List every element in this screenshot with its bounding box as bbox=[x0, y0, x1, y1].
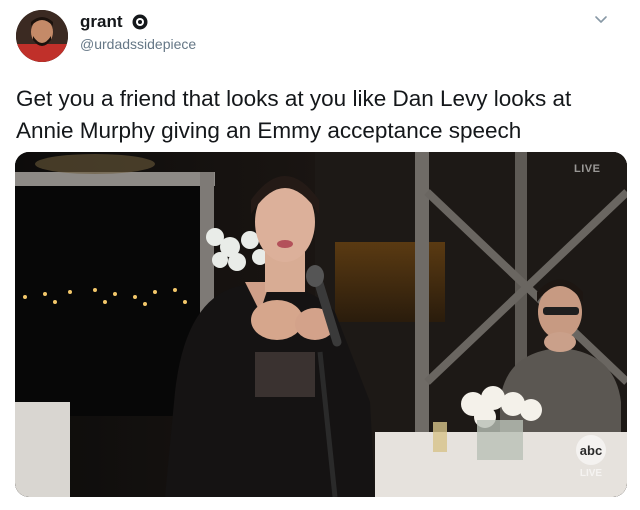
abc-logo-text: abc bbox=[580, 443, 602, 458]
abc-live-text: LIVE bbox=[580, 468, 603, 478]
avatar[interactable] bbox=[16, 10, 68, 62]
tweet-text: Get you a friend that looks at you like … bbox=[16, 86, 572, 143]
verified-badge-icon bbox=[132, 14, 148, 30]
emmy-speech-photo bbox=[15, 152, 627, 497]
author-name[interactable]: grant bbox=[80, 12, 123, 32]
chevron-down-icon[interactable] bbox=[592, 10, 610, 28]
live-badge: LIVE bbox=[574, 163, 601, 175]
abc-network-logo: abc LIVE bbox=[576, 435, 606, 478]
author-handle[interactable]: @urdadssidepiece bbox=[80, 36, 196, 52]
tweet-media-image[interactable] bbox=[15, 152, 627, 497]
avatar-image bbox=[16, 10, 68, 62]
